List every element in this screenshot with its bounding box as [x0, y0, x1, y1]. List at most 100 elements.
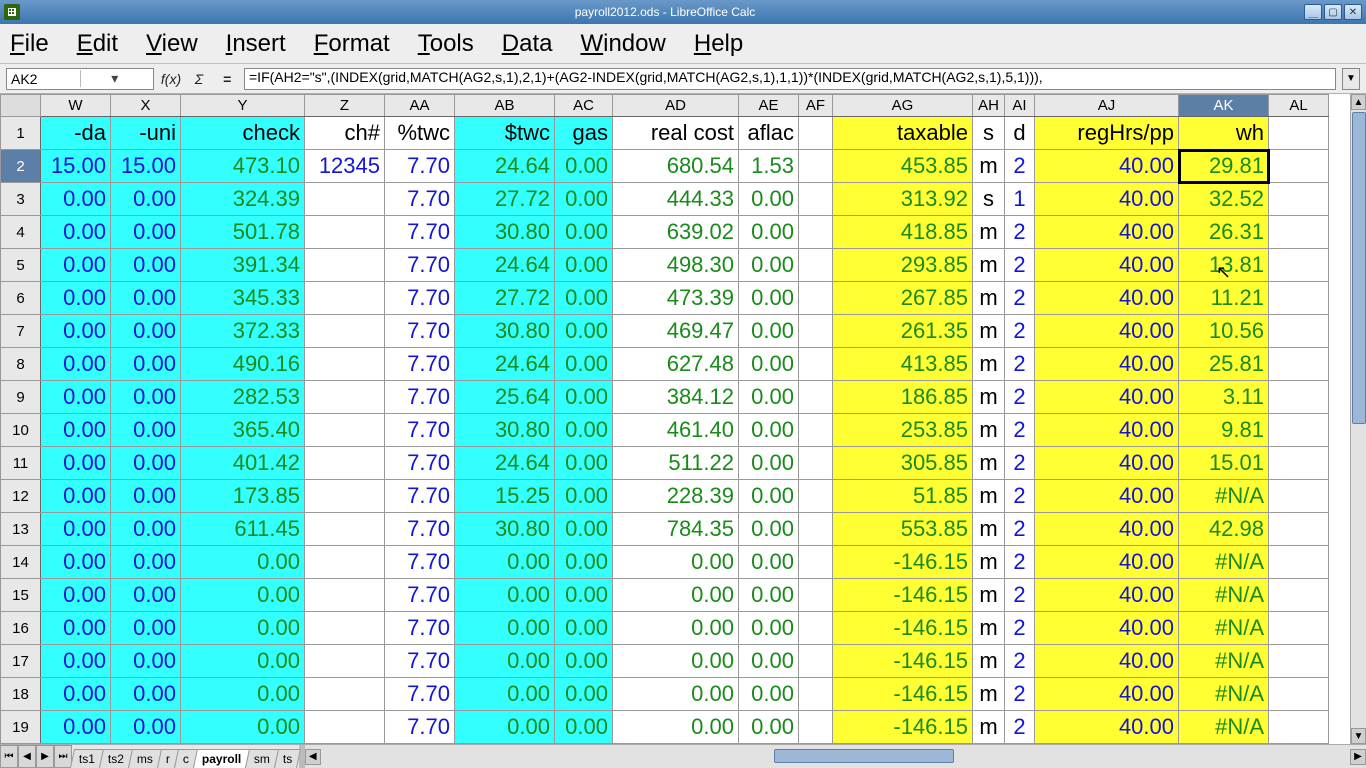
cell[interactable]: m — [973, 480, 1005, 513]
cell[interactable]: 2 — [1005, 414, 1035, 447]
cell[interactable]: regHrs/pp — [1035, 117, 1179, 150]
cell[interactable]: 173.85 — [181, 480, 305, 513]
cell[interactable]: 0.00 — [555, 579, 613, 612]
column-header[interactable]: AF — [799, 95, 833, 117]
cell[interactable]: 0.00 — [111, 513, 181, 546]
cell[interactable]: 365.40 — [181, 414, 305, 447]
scroll-up-button[interactable]: ▲ — [1351, 94, 1366, 110]
column-header[interactable]: AH — [973, 95, 1005, 117]
function-wizard-button[interactable]: f(x) — [160, 69, 182, 89]
row-header[interactable]: 2 — [1, 150, 41, 183]
cell[interactable] — [799, 216, 833, 249]
cell[interactable]: 0.00 — [111, 447, 181, 480]
cell[interactable]: 469.47 — [613, 315, 739, 348]
cell[interactable] — [1269, 711, 1329, 744]
cell[interactable] — [305, 414, 385, 447]
cell[interactable]: 7.70 — [385, 612, 455, 645]
menu-data[interactable]: Data — [502, 30, 553, 58]
cell[interactable]: 0.00 — [555, 546, 613, 579]
cell[interactable]: 553.85 — [833, 513, 973, 546]
cell[interactable] — [1269, 282, 1329, 315]
cell[interactable]: s — [973, 117, 1005, 150]
cell[interactable]: -146.15 — [833, 678, 973, 711]
sheet-tab[interactable]: ts — [274, 749, 301, 768]
cell[interactable]: 0.00 — [739, 381, 799, 414]
cell[interactable]: 2 — [1005, 249, 1035, 282]
cell[interactable]: 2 — [1005, 612, 1035, 645]
cell[interactable]: m — [973, 612, 1005, 645]
cell[interactable]: m — [973, 315, 1005, 348]
cell[interactable] — [799, 645, 833, 678]
cell[interactable]: -146.15 — [833, 612, 973, 645]
cell[interactable]: 784.35 — [613, 513, 739, 546]
cell[interactable]: 384.12 — [613, 381, 739, 414]
cell[interactable]: 51.85 — [833, 480, 973, 513]
cell[interactable]: 0.00 — [739, 645, 799, 678]
cell[interactable]: 453.85 — [833, 150, 973, 183]
cell[interactable]: 313.92 — [833, 183, 973, 216]
cell[interactable]: 680.54 — [613, 150, 739, 183]
cell[interactable] — [1269, 480, 1329, 513]
cell[interactable]: 0.00 — [455, 546, 555, 579]
cell[interactable]: 30.80 — [455, 414, 555, 447]
cell[interactable]: 0.00 — [613, 579, 739, 612]
cell[interactable]: 0.00 — [41, 546, 111, 579]
cell[interactable]: 0.00 — [41, 315, 111, 348]
cell[interactable] — [1269, 579, 1329, 612]
cell[interactable]: 7.70 — [385, 480, 455, 513]
cell[interactable]: 0.00 — [555, 711, 613, 744]
cell[interactable]: 611.45 — [181, 513, 305, 546]
cell[interactable]: 40.00 — [1035, 183, 1179, 216]
cell[interactable]: 30.80 — [455, 315, 555, 348]
cell[interactable]: wh — [1179, 117, 1269, 150]
cell[interactable]: $twc — [455, 117, 555, 150]
formula-expand-button[interactable]: ▼ — [1342, 68, 1360, 90]
cell[interactable]: 186.85 — [833, 381, 973, 414]
cell[interactable]: 0.00 — [739, 579, 799, 612]
row-header[interactable]: 1 — [1, 117, 41, 150]
column-header[interactable]: AA — [385, 95, 455, 117]
cell[interactable]: 7.70 — [385, 579, 455, 612]
cell[interactable]: aflac — [739, 117, 799, 150]
column-header[interactable]: Z — [305, 95, 385, 117]
row-header[interactable]: 18 — [1, 678, 41, 711]
cell[interactable] — [305, 381, 385, 414]
cell[interactable]: 1 — [1005, 183, 1035, 216]
cell[interactable]: 2 — [1005, 348, 1035, 381]
row-header[interactable]: 5 — [1, 249, 41, 282]
cell[interactable]: 0.00 — [739, 183, 799, 216]
cell[interactable]: 2 — [1005, 216, 1035, 249]
cell[interactable]: 2 — [1005, 579, 1035, 612]
cell[interactable]: 0.00 — [555, 678, 613, 711]
cell[interactable]: 1.53 — [739, 150, 799, 183]
cell[interactable]: 2 — [1005, 480, 1035, 513]
cell[interactable] — [799, 348, 833, 381]
horizontal-scroll-track[interactable] — [321, 749, 1350, 765]
row-header[interactable]: 7 — [1, 315, 41, 348]
cell[interactable] — [305, 348, 385, 381]
cell[interactable]: 2 — [1005, 150, 1035, 183]
cell[interactable]: #N/A — [1179, 579, 1269, 612]
cell[interactable]: 461.40 — [613, 414, 739, 447]
equals-button[interactable]: = — [216, 69, 238, 89]
cell[interactable]: m — [973, 546, 1005, 579]
cell[interactable]: 2 — [1005, 678, 1035, 711]
cell[interactable]: 7.70 — [385, 546, 455, 579]
cell[interactable]: 0.00 — [455, 711, 555, 744]
cell[interactable]: 473.10 — [181, 150, 305, 183]
row-header[interactable]: 3 — [1, 183, 41, 216]
cell[interactable]: 15.00 — [111, 150, 181, 183]
cell[interactable]: 261.35 — [833, 315, 973, 348]
cell[interactable]: m — [973, 249, 1005, 282]
cell[interactable]: -146.15 — [833, 645, 973, 678]
cell[interactable] — [799, 546, 833, 579]
cell[interactable] — [305, 480, 385, 513]
horizontal-scrollbar[interactable]: ◀ ▶ — [305, 745, 1366, 768]
cell[interactable]: 7.70 — [385, 645, 455, 678]
name-box[interactable]: AK2 ▾ — [6, 68, 154, 90]
cell[interactable]: 0.00 — [455, 645, 555, 678]
cell[interactable]: 627.48 — [613, 348, 739, 381]
cell[interactable]: 40.00 — [1035, 282, 1179, 315]
column-header[interactable]: AK — [1179, 95, 1269, 117]
cell[interactable]: 639.02 — [613, 216, 739, 249]
